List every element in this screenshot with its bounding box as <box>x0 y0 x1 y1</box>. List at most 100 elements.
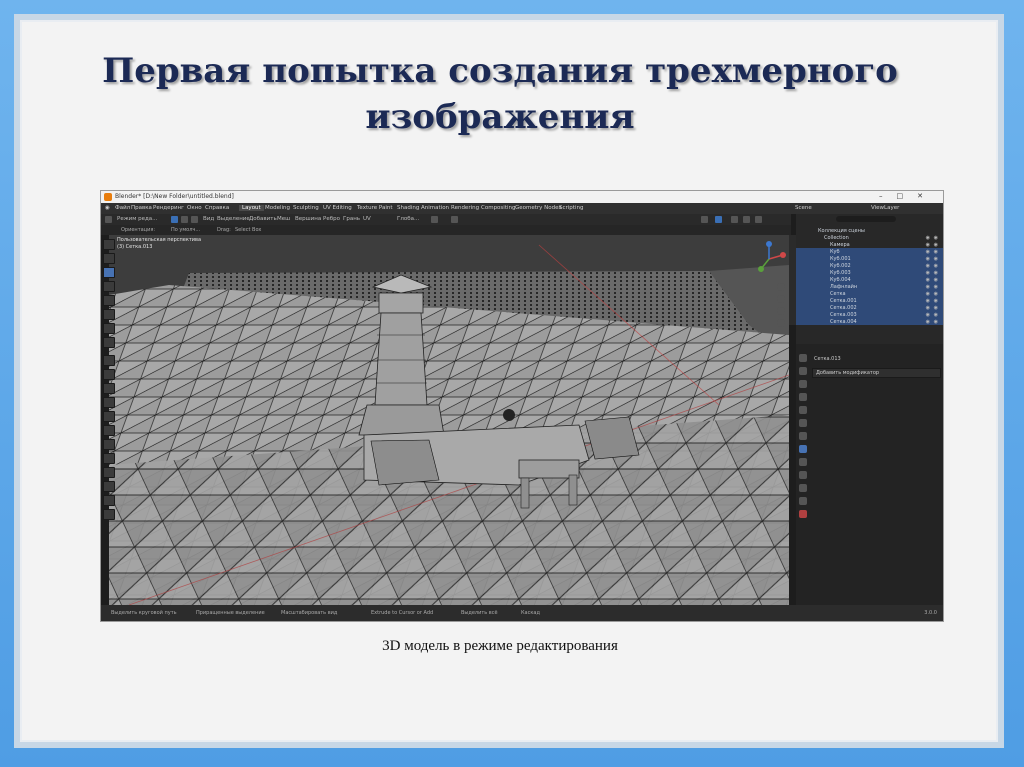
smooth-tool-icon[interactable] <box>103 453 115 464</box>
outliner-row[interactable]: Куб.003 ◉ ◉ <box>796 269 943 276</box>
spin-tool-icon[interactable] <box>103 439 115 450</box>
outliner-row[interactable]: Сетка.001 ◉ ◉ <box>796 297 943 304</box>
bevel-tool-icon[interactable] <box>103 383 115 394</box>
view-layer-props-icon[interactable] <box>799 393 807 401</box>
menu-render[interactable]: Рендеринг <box>153 205 184 211</box>
render-props-icon[interactable] <box>799 367 807 375</box>
navigation-gizmo[interactable] <box>749 239 789 279</box>
blender-menu-icon[interactable]: ◉ <box>105 205 110 211</box>
outliner-row[interactable]: Коллекция сцены <box>796 227 943 234</box>
menu-vertex[interactable]: Вершина <box>295 216 321 222</box>
tab-modeling[interactable]: Modeling <box>265 205 290 211</box>
mode-selector[interactable]: Режим редa... <box>117 216 157 222</box>
tab-rendering[interactable]: Rendering <box>451 205 479 211</box>
cursor-tool-icon[interactable] <box>103 253 115 264</box>
xray-icon[interactable] <box>715 216 722 223</box>
menu-file[interactable]: Файл <box>115 205 130 211</box>
menu-add[interactable]: Добавить <box>249 216 277 222</box>
view-layer-selector[interactable]: ViewLayer <box>871 205 899 211</box>
overlays-icon[interactable] <box>701 216 708 223</box>
outliner-row[interactable]: Лафнлайн ◉ ◉ <box>796 283 943 290</box>
tab-texture-paint[interactable]: Texture Paint <box>357 205 393 211</box>
object-props-icon[interactable] <box>799 432 807 440</box>
extrude-tool-icon[interactable] <box>103 355 115 366</box>
maximize-icon[interactable]: □ <box>897 192 918 200</box>
transform-orientation[interactable]: Глоба... <box>397 216 419 222</box>
zoom-icon[interactable] <box>777 283 785 291</box>
outliner-row[interactable]: Камера ◉ ◉ <box>796 241 943 248</box>
edge-slide-tool-icon[interactable] <box>103 467 115 478</box>
outliner-search-input[interactable] <box>836 216 896 222</box>
transform-tool-icon[interactable] <box>103 309 115 320</box>
constraints-props-icon[interactable] <box>799 484 807 492</box>
data-props-icon[interactable] <box>799 497 807 505</box>
tab-layout[interactable]: Layout <box>239 205 264 211</box>
proportional-edit-icon[interactable] <box>451 216 458 223</box>
menu-edge[interactable]: Ребро <box>323 216 340 222</box>
menu-select[interactable]: Выделение <box>217 216 250 222</box>
shading-material-icon[interactable] <box>743 216 750 223</box>
loop-cut-tool-icon[interactable] <box>103 397 115 408</box>
outliner-row[interactable]: Collection ◉ ◉ <box>796 234 943 241</box>
measure-tool-icon[interactable] <box>103 337 115 348</box>
menu-view[interactable]: Вид <box>203 216 214 222</box>
tab-animation[interactable]: Animation <box>421 205 449 211</box>
outliner-row[interactable]: Сетка.002 ◉ ◉ <box>796 304 943 311</box>
orientation-dropdown[interactable]: По умолч... <box>171 227 200 233</box>
drag-dropdown[interactable]: Select Box <box>235 227 261 233</box>
move-tool-icon[interactable] <box>103 267 115 278</box>
poly-build-tool-icon[interactable] <box>103 425 115 436</box>
tab-compositing[interactable]: Compositing <box>481 205 515 211</box>
shrink-tool-icon[interactable] <box>103 481 115 492</box>
menu-uv[interactable]: UV <box>363 216 371 222</box>
minimize-icon[interactable]: – <box>879 192 897 200</box>
particles-props-icon[interactable] <box>799 458 807 466</box>
world-props-icon[interactable] <box>799 419 807 427</box>
tab-uv-editing[interactable]: UV Editing <box>323 205 352 211</box>
tab-scripting[interactable]: Scripting <box>559 205 583 211</box>
editor-type-icon[interactable] <box>105 216 112 223</box>
modifier-props-icon[interactable] <box>799 445 807 453</box>
menu-help[interactable]: Справка <box>205 205 229 211</box>
annotate-tool-icon[interactable] <box>103 323 115 334</box>
material-props-icon[interactable] <box>799 510 807 518</box>
select-tool-icon[interactable] <box>103 239 115 250</box>
visibility-eye-icon[interactable]: ◉ ◉ <box>926 319 939 325</box>
physics-props-icon[interactable] <box>799 471 807 479</box>
face-select-icon[interactable] <box>191 216 198 223</box>
scene-props-icon[interactable] <box>799 406 807 414</box>
rip-tool-icon[interactable] <box>103 509 115 520</box>
outliner-row[interactable]: Сетка.003 ◉ ◉ <box>796 311 943 318</box>
inset-tool-icon[interactable] <box>103 369 115 380</box>
shading-rendered-icon[interactable] <box>755 216 762 223</box>
tab-geometry-nodes[interactable]: Geometry Nodes <box>515 205 561 211</box>
scale-tool-icon[interactable] <box>103 295 115 306</box>
tool-props-icon[interactable] <box>799 354 807 362</box>
window-controls[interactable]: –□✕ <box>879 192 937 200</box>
close-icon[interactable]: ✕ <box>917 192 937 200</box>
menu-face[interactable]: Грань <box>343 216 360 222</box>
shear-tool-icon[interactable] <box>103 495 115 506</box>
outliner-row[interactable]: Куб.004 ◉ ◉ <box>796 276 943 283</box>
pan-hand-icon[interactable] <box>777 295 785 303</box>
outliner-row[interactable]: Сетка ◉ ◉ <box>796 290 943 297</box>
menu-window[interactable]: Окно <box>187 205 202 211</box>
scene-selector[interactable]: Scene <box>795 205 812 211</box>
vertex-select-icon[interactable] <box>171 216 178 223</box>
camera-view-icon[interactable] <box>777 307 785 315</box>
outliner-row[interactable]: Куб ◉ ◉ <box>796 248 943 255</box>
snap-icon[interactable] <box>431 216 438 223</box>
outliner-row[interactable]: Куб.001 ◉ ◉ <box>796 255 943 262</box>
shading-solid-icon[interactable] <box>731 216 738 223</box>
add-modifier-button[interactable]: Добавить модификатор <box>812 368 941 378</box>
outliner-row[interactable]: Сетка.004 ◉ ◉ <box>796 318 943 325</box>
edge-select-icon[interactable] <box>181 216 188 223</box>
tab-shading[interactable]: Shading <box>397 205 419 211</box>
3d-viewport[interactable]: Пользовательская перспектива (3) Сетка.0… <box>109 235 789 605</box>
perspective-toggle-icon[interactable] <box>777 319 785 327</box>
knife-tool-icon[interactable] <box>103 411 115 422</box>
output-props-icon[interactable] <box>799 380 807 388</box>
sidebar-tabs[interactable] <box>789 235 796 325</box>
tab-sculpting[interactable]: Sculpting <box>293 205 319 211</box>
menu-mesh[interactable]: Меш <box>277 216 290 222</box>
